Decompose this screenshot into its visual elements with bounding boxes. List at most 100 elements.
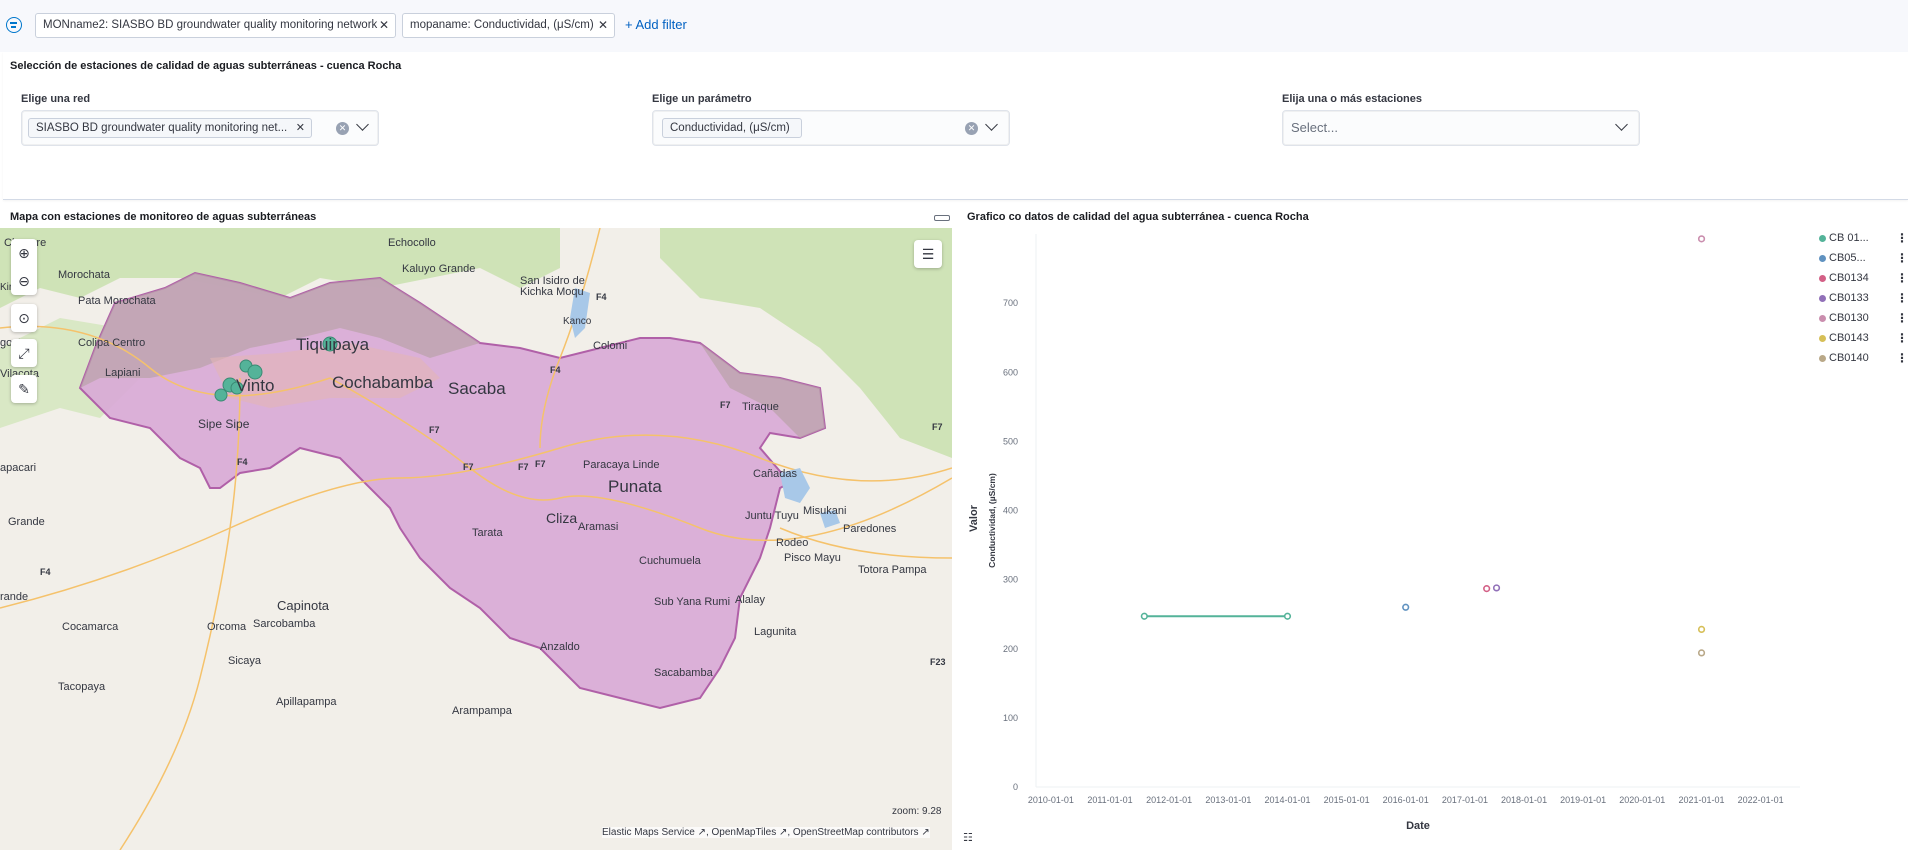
map-place-label: Orcoma bbox=[207, 621, 247, 633]
map-canvas[interactable]: ChapareEchocolloKaluyo GrandeMorochataSa… bbox=[0, 228, 952, 850]
attribution-link[interactable]: OpenStreetMap contributors bbox=[793, 827, 919, 838]
legend-color-icon bbox=[1819, 235, 1826, 242]
map-place-label: Lagunita bbox=[754, 626, 797, 638]
x-tick-label: 2010-01-01 bbox=[1028, 795, 1074, 805]
map-place-label: Colomi bbox=[593, 340, 627, 352]
legend-item[interactable]: CB0143 bbox=[1819, 332, 1869, 344]
data-point[interactable] bbox=[1283, 612, 1292, 620]
legend-item[interactable]: CB 01... bbox=[1819, 232, 1869, 244]
chevron-down-icon[interactable] bbox=[985, 118, 998, 131]
filter-pill-mopaname[interactable]: mopaname: Conductividad, (μS/cm) ✕ bbox=[402, 13, 615, 38]
map-panel-title: Mapa con estaciones de monitoreo de agua… bbox=[10, 211, 317, 223]
x-tick-label: 2019-01-01 bbox=[1560, 795, 1606, 805]
map-place-label: Cocamarca bbox=[62, 621, 119, 633]
close-icon[interactable]: ✕ bbox=[296, 119, 305, 137]
data-point[interactable] bbox=[1483, 585, 1491, 593]
parameter-chip-label: Conductividad, (μS/cm) bbox=[670, 122, 790, 134]
map-road-label: F7 bbox=[720, 400, 731, 410]
legend-item[interactable]: CB05... bbox=[1819, 252, 1866, 264]
legend-label: CB 01... bbox=[1829, 232, 1869, 244]
locate-icon[interactable]: ⊙ bbox=[11, 304, 37, 332]
parameter-chip: Conductividad, (μS/cm) bbox=[662, 118, 802, 138]
chevron-down-icon[interactable] bbox=[1615, 118, 1628, 131]
legend-item[interactable]: CB0134 bbox=[1819, 272, 1869, 284]
map-place-label: Capinota bbox=[277, 598, 330, 613]
data-point[interactable] bbox=[1697, 625, 1706, 633]
map-place-label: Vinto bbox=[236, 376, 274, 395]
legend-menu-icon[interactable] bbox=[1896, 271, 1908, 285]
y-tick-label: 700 bbox=[1003, 298, 1018, 308]
map-place-label: Sub Yana Rumi bbox=[654, 596, 730, 608]
zoom-in-icon[interactable]: ⊕ bbox=[11, 239, 37, 267]
legend-color-icon bbox=[1819, 275, 1826, 282]
map-place-label: Cuchumuela bbox=[639, 555, 702, 567]
legend-item[interactable]: CB0140 bbox=[1819, 352, 1869, 364]
map-place-label: Cañadas bbox=[753, 468, 798, 480]
station-marker[interactable] bbox=[214, 388, 228, 402]
map-place-label: rande bbox=[0, 591, 28, 603]
data-point[interactable] bbox=[1402, 603, 1410, 611]
map-place-label: Misukani bbox=[803, 505, 846, 517]
legend-menu-icon[interactable] bbox=[1896, 291, 1908, 305]
filter-pill-monname2[interactable]: MONname2: SIASBO BD groundwater quality … bbox=[35, 13, 396, 38]
stations-combobox[interactable]: Select... bbox=[1282, 110, 1640, 146]
legend-menu-icon[interactable] bbox=[1896, 251, 1908, 265]
legend-menu-icon[interactable] bbox=[1896, 311, 1908, 325]
y-tick-label: 600 bbox=[1003, 367, 1018, 377]
data-point[interactable] bbox=[1697, 649, 1706, 657]
map-road-label: F23 bbox=[930, 657, 946, 667]
map-road-label: F4 bbox=[237, 457, 248, 467]
map-panel: Mapa con estaciones de monitoreo de agua… bbox=[0, 207, 955, 850]
legend-item[interactable]: CB0130 bbox=[1819, 312, 1869, 324]
map-place-label: Grande bbox=[8, 516, 45, 528]
map-legend-toggle-icon[interactable]: ☰ bbox=[914, 240, 942, 268]
data-point[interactable] bbox=[1140, 612, 1148, 620]
chevron-down-icon[interactable] bbox=[356, 118, 369, 131]
map-place-label: Punata bbox=[608, 477, 662, 496]
map-place-label: Colipa Centro bbox=[78, 337, 145, 349]
zoom-out-icon[interactable]: ⊖ bbox=[11, 267, 37, 295]
clear-icon[interactable]: ✕ bbox=[336, 122, 349, 135]
legend-color-icon bbox=[1819, 255, 1826, 262]
attribution-link[interactable]: OpenMapTiles bbox=[712, 827, 777, 838]
draw-tool-icon[interactable]: ✎ bbox=[11, 375, 37, 403]
map-road-label: F4 bbox=[550, 365, 561, 375]
network-combobox[interactable]: SIASBO BD groundwater quality monitoring… bbox=[21, 110, 379, 146]
legend-menu-icon[interactable] bbox=[1896, 231, 1908, 245]
map-place-label: Cochabamba bbox=[332, 373, 434, 392]
attribution-link[interactable]: Elastic Maps Service bbox=[602, 827, 695, 838]
map-place-label: Morochata bbox=[58, 269, 111, 281]
add-filter-button[interactable]: + Add filter bbox=[625, 17, 687, 32]
map-place-label: Paredones bbox=[843, 523, 897, 535]
map-place-label: Kichka Moqu bbox=[520, 286, 584, 298]
map-place-label: Sacabamba bbox=[654, 667, 714, 679]
map-zoom-controls: ⊕ ⊖ bbox=[11, 239, 37, 295]
legend-menu-icon[interactable] bbox=[1896, 331, 1908, 345]
map-place-label: Totora Pampa bbox=[858, 564, 927, 576]
parameter-combobox[interactable]: Conductividad, (μS/cm) ✕ bbox=[652, 110, 1010, 146]
y-tick-label: 500 bbox=[1003, 436, 1018, 446]
legend-color-icon bbox=[1819, 335, 1826, 342]
map-place-label: Sicaya bbox=[228, 655, 262, 667]
legend-item[interactable]: CB0133 bbox=[1819, 292, 1869, 304]
selection-panel-title: Selección de estaciones de calidad de ag… bbox=[10, 60, 402, 72]
filter-bar: MONname2: SIASBO BD groundwater quality … bbox=[0, 0, 1908, 52]
data-point[interactable] bbox=[1697, 235, 1706, 243]
legend-menu-icon[interactable] bbox=[1896, 351, 1908, 365]
close-icon[interactable]: ✕ bbox=[598, 14, 608, 37]
y-axis-label: Valor bbox=[968, 504, 980, 532]
map-place-label: Tiquipaya bbox=[296, 335, 370, 354]
list-icon[interactable]: ☷ bbox=[963, 831, 973, 844]
legend-label: CB0133 bbox=[1829, 292, 1869, 304]
filter-menu-icon[interactable] bbox=[6, 17, 22, 33]
legend-label: CB0130 bbox=[1829, 312, 1869, 324]
stations-placeholder: Select... bbox=[1291, 120, 1338, 135]
clear-icon[interactable]: ✕ bbox=[965, 122, 978, 135]
close-icon[interactable]: ✕ bbox=[379, 14, 389, 37]
map-place-label: Pisco Mayu bbox=[784, 552, 841, 564]
map-place-label: Arampampa bbox=[452, 705, 513, 717]
map-draw-control: ✎ bbox=[11, 375, 37, 403]
panel-options-icon[interactable] bbox=[934, 215, 950, 221]
fullscreen-icon[interactable]: ⤢ bbox=[11, 339, 37, 367]
data-point[interactable] bbox=[1492, 584, 1501, 592]
